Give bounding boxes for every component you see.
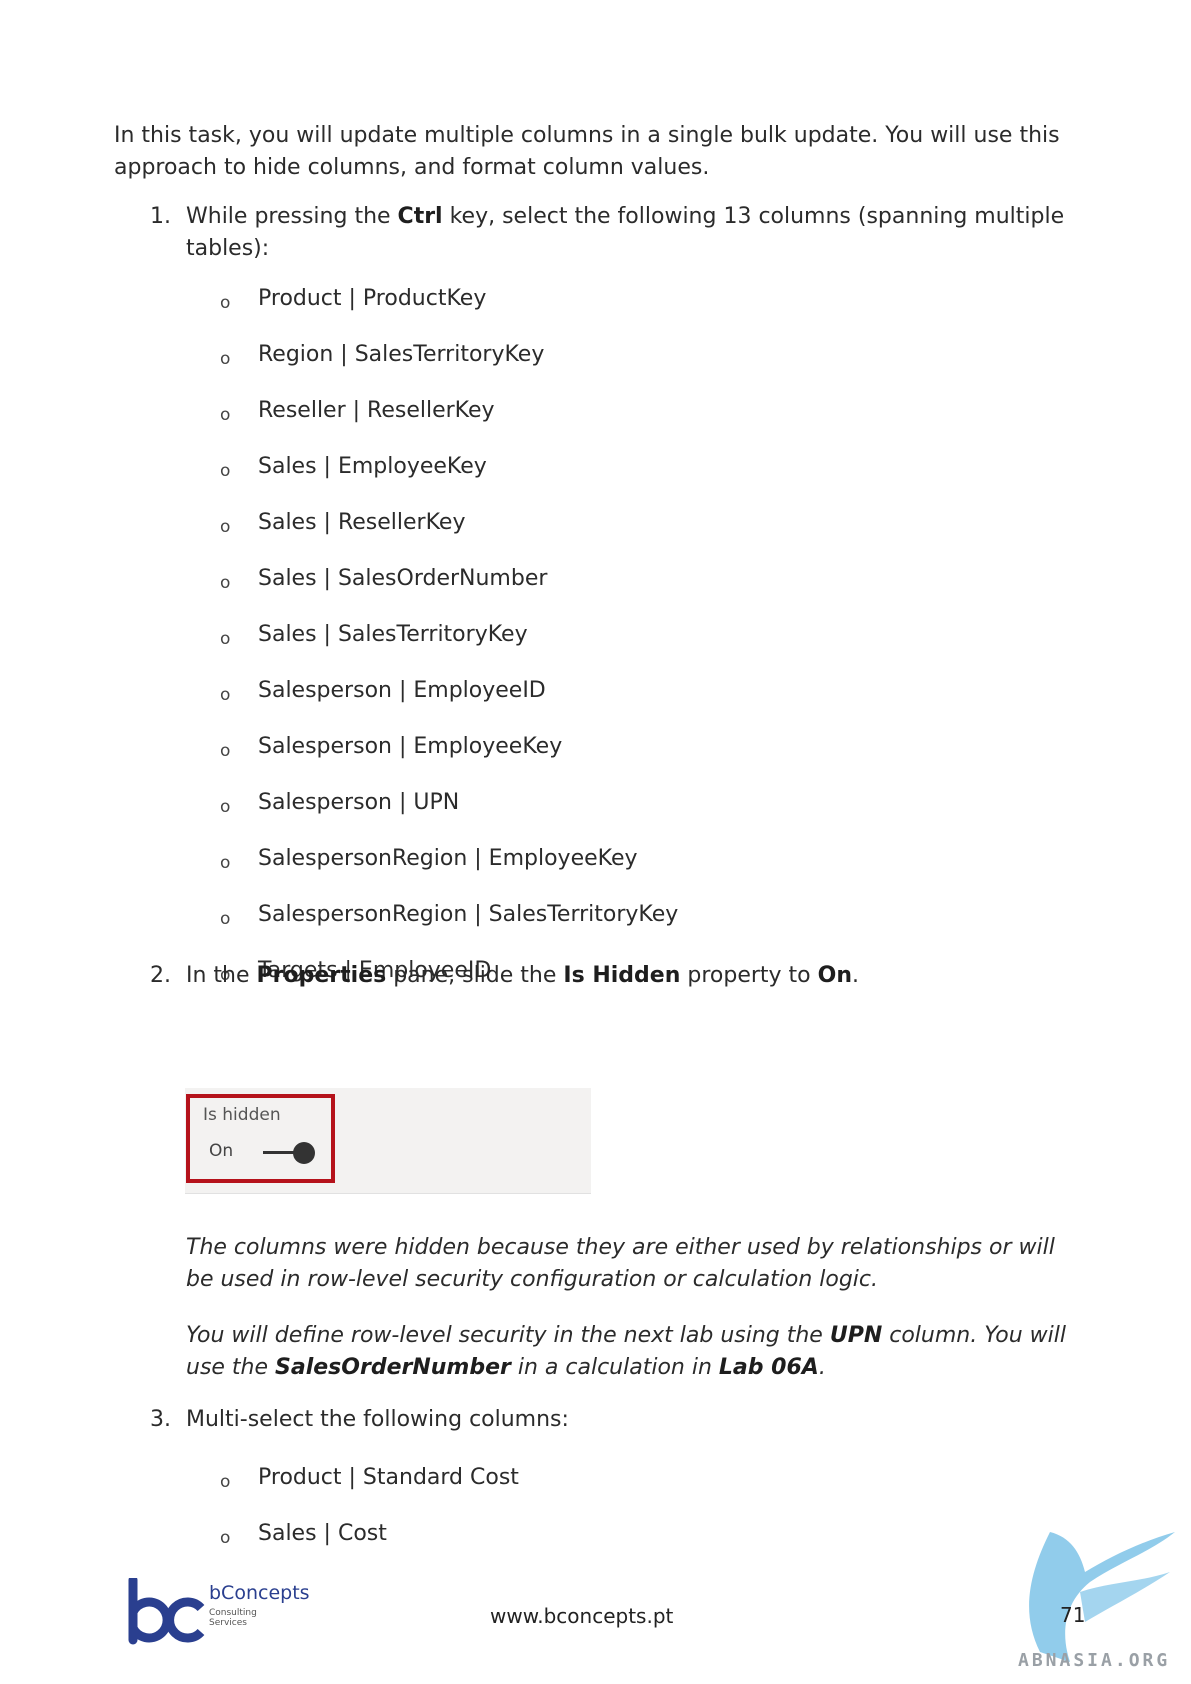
- bullet-icon: o: [220, 1472, 231, 1492]
- watermark-text: ABNASIA.ORG: [1018, 1650, 1171, 1671]
- bullet-icon: o: [220, 1528, 231, 1548]
- step-text-part: pane, slide the: [386, 963, 564, 988]
- bullet-icon: o: [220, 405, 231, 425]
- bullet-icon: o: [220, 517, 231, 537]
- column-name: SalespersonRegion | EmployeeKey: [258, 846, 638, 871]
- step-text-part: .: [852, 963, 860, 988]
- list-item: o Sales | SalesTerritoryKey: [220, 619, 1020, 675]
- note-part: You will define row-level security in th…: [186, 1323, 830, 1348]
- step-text: While pressing the Ctrl key, select the …: [186, 201, 1066, 265]
- step-text-part: property to: [680, 963, 818, 988]
- list-item: o Sales | SalesOrderNumber: [220, 563, 1020, 619]
- list-item: o SalespersonRegion | EmployeeKey: [220, 843, 1020, 899]
- bc-logo-icon: [128, 1575, 205, 1645]
- column-name: Sales | ResellerKey: [258, 510, 466, 535]
- column-list-3: o Product | Standard Cost o Sales | Cost: [220, 1462, 1020, 1574]
- step-text-bold: Properties: [256, 963, 387, 988]
- column-name: Salesperson | EmployeeID: [258, 678, 546, 703]
- logo-sub-line: Consulting: [209, 1608, 257, 1618]
- bullet-icon: o: [220, 909, 231, 929]
- list-item: o SalespersonRegion | SalesTerritoryKey: [220, 899, 1020, 955]
- bconcepts-logo: bConcepts Consulting Services: [127, 1575, 317, 1648]
- step-text-bold: On: [817, 963, 853, 988]
- column-name: Product | Standard Cost: [258, 1465, 519, 1490]
- step-number: 1.: [150, 204, 171, 229]
- bullet-icon: o: [220, 853, 231, 873]
- note-hidden-reason: The columns were hidden because they are…: [186, 1235, 1055, 1292]
- list-item: o Sales | EmployeeKey: [220, 451, 1020, 507]
- step-text: In the Properties pane, slide the Is Hid…: [186, 960, 1066, 992]
- footer-url[interactable]: www.bconcepts.pt: [490, 1604, 673, 1628]
- list-item: o Salesperson | EmployeeKey: [220, 731, 1020, 787]
- document-page: In this task, you will update multiple c…: [0, 0, 1191, 1684]
- column-name: Product | ProductKey: [258, 286, 487, 311]
- bullet-icon: o: [220, 461, 231, 481]
- column-name: Salesperson | EmployeeKey: [258, 734, 563, 759]
- note-bold: UPN: [829, 1323, 883, 1348]
- is-hidden-screenshot: Is hidden On: [185, 1088, 591, 1194]
- bullet-icon: o: [220, 629, 231, 649]
- toggle-knob: [293, 1142, 315, 1164]
- step-number: 3.: [150, 1407, 171, 1432]
- column-name: Reseller | ResellerKey: [258, 398, 495, 423]
- bullet-icon: o: [220, 349, 231, 369]
- list-item: o Product | ProductKey: [220, 283, 1020, 339]
- bullet-icon: o: [220, 293, 231, 313]
- bullet-icon: o: [220, 797, 231, 817]
- column-list-1: o Product | ProductKey o Region | SalesTerr…: [220, 283, 1020, 1011]
- list-item: o Salesperson | EmployeeID: [220, 675, 1020, 731]
- column-name: Sales | SalesTerritoryKey: [258, 622, 528, 647]
- list-item: o Sales | ResellerKey: [220, 507, 1020, 563]
- note-bold: SalesOrderNumber: [275, 1355, 511, 1380]
- column-name: SalespersonRegion | SalesTerritoryKey: [258, 902, 679, 927]
- column-name: Salesperson | UPN: [258, 790, 460, 815]
- list-item: o Salesperson | UPN: [220, 787, 1020, 843]
- highlight-frame: Is hidden On: [186, 1094, 335, 1183]
- column-name: Sales | EmployeeKey: [258, 454, 487, 479]
- bullet-icon: o: [220, 685, 231, 705]
- toggle-value: On: [209, 1141, 234, 1161]
- column-name: Sales | Cost: [258, 1521, 387, 1546]
- list-item: o Reseller | ResellerKey: [220, 395, 1020, 451]
- step-text-bold: Is Hidden: [563, 963, 681, 988]
- note-part: in a calculation in: [510, 1355, 719, 1380]
- step-text-bold: Ctrl: [397, 204, 443, 229]
- is-hidden-label: Is hidden: [203, 1105, 281, 1125]
- logo-name: bConcepts: [209, 1582, 310, 1604]
- is-hidden-toggle[interactable]: [263, 1142, 315, 1164]
- note-rls: You will define row-level security in th…: [186, 1320, 1086, 1384]
- page-number: 71: [1060, 1603, 1086, 1627]
- step-text-part: In the: [186, 963, 257, 988]
- note-bold: Lab 06A: [718, 1355, 819, 1380]
- bullet-icon: o: [220, 741, 231, 761]
- logo-sub-line: Services: [209, 1618, 247, 1628]
- logo-subtitle: Consulting Services: [209, 1608, 257, 1628]
- step-number: 2.: [150, 963, 171, 988]
- list-item: o Product | Standard Cost: [220, 1462, 1020, 1518]
- column-name: Region | SalesTerritoryKey: [258, 342, 545, 367]
- list-item: o Sales | Cost: [220, 1518, 1020, 1574]
- note-part: .: [818, 1355, 826, 1380]
- bullet-icon: o: [220, 573, 231, 593]
- step-text: Multi-select the following columns:: [186, 1407, 569, 1432]
- column-name: Sales | SalesOrderNumber: [258, 566, 548, 591]
- intro-paragraph: In this task, you will update multiple c…: [114, 123, 1060, 180]
- step-text-part: While pressing the: [186, 204, 398, 229]
- list-item: o Region | SalesTerritoryKey: [220, 339, 1020, 395]
